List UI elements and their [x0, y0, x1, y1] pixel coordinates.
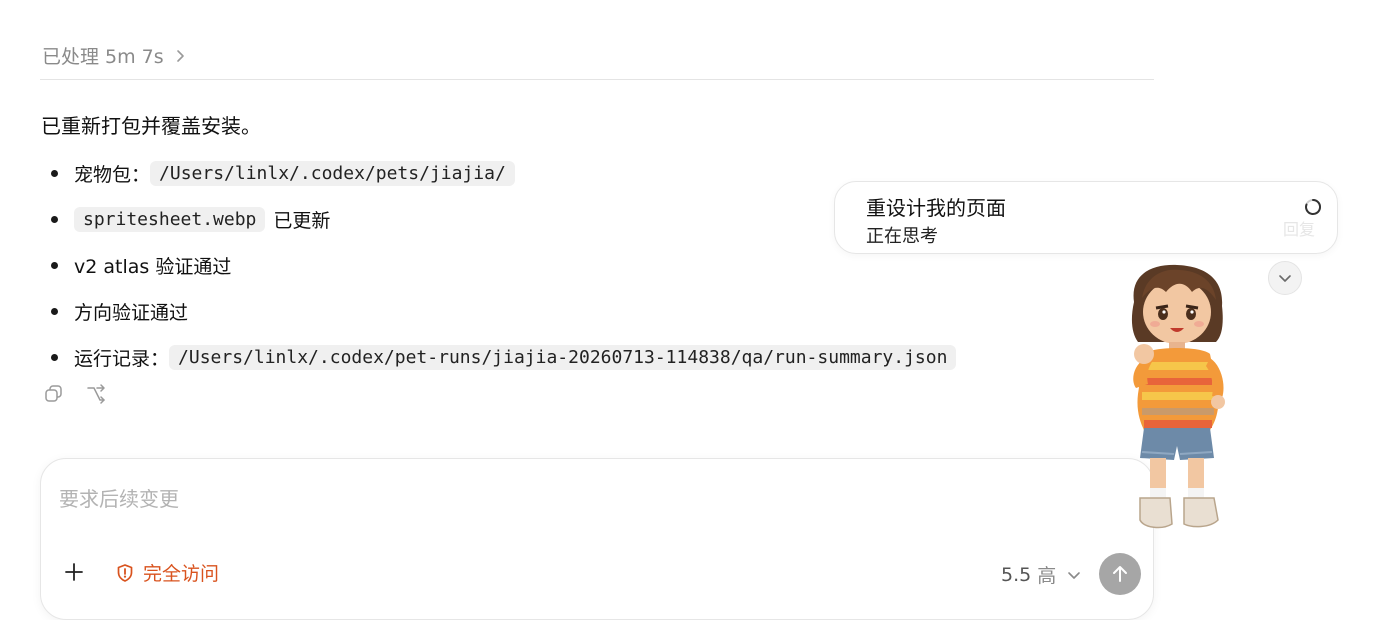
copy-icon: [45, 385, 62, 402]
message-list: 宠物包： /Users/linlx/.codex/pets/jiajia/ sp…: [42, 150, 957, 380]
message-actions: [43, 383, 107, 405]
chevron-right-icon: [176, 49, 184, 62]
followup-input[interactable]: 要求后续变更: [59, 483, 179, 512]
inline-code: /Users/linlx/.codex/pets/jiajia/: [150, 160, 515, 186]
collapse-button[interactable]: [1268, 261, 1302, 295]
item-label: 方向验证通过: [74, 301, 189, 324]
plus-icon[interactable]: [63, 561, 85, 583]
copy-button[interactable]: [43, 383, 65, 405]
arrow-up-icon: [1113, 566, 1127, 582]
processed-toggle[interactable]: 已处理 5m 7s: [42, 42, 188, 69]
list-item: 宠物包： /Users/linlx/.codex/pets/jiajia/: [42, 150, 956, 196]
divider: [40, 79, 1154, 80]
model-selector[interactable]: 5.5 高: [1001, 561, 1082, 588]
list-item: 运行记录： /Users/linlx/.codex/pet-runs/jiaji…: [42, 334, 957, 380]
access-label: 完全访问: [143, 563, 220, 585]
send-button[interactable]: [1099, 553, 1141, 595]
message-headline: 已重新打包并覆盖安装。: [41, 114, 261, 138]
list-item: 方向验证通过: [42, 288, 956, 334]
bullet: [51, 169, 58, 177]
chevron-down-icon: [1279, 275, 1291, 282]
bullet: [51, 353, 58, 361]
inline-code: spritesheet.webp: [74, 206, 266, 232]
reply-ghost-label: 回复: [1283, 220, 1316, 239]
composer: 要求后续变更 完全访问 5.5 高: [40, 458, 1154, 620]
item-label: 已更新: [273, 209, 331, 232]
inline-code: /Users/linlx/.codex/pet-runs/jiajia-2026…: [169, 344, 957, 370]
branch-button[interactable]: [85, 383, 107, 405]
branch-icon: [87, 384, 105, 404]
bullet: [51, 307, 58, 315]
bullet: [51, 261, 58, 269]
list-item: spritesheet.webp 已更新: [42, 196, 956, 242]
model-version: 5.5: [1001, 563, 1032, 586]
model-level: 高: [1037, 565, 1057, 587]
item-label: v2 atlas 验证通过: [74, 255, 232, 278]
item-label: 宠物包：: [74, 163, 151, 186]
access-mode-button[interactable]: 完全访问: [115, 559, 219, 586]
warning-shield-icon: [117, 563, 133, 582]
bullet: [51, 215, 58, 223]
item-label: 运行记录：: [74, 347, 170, 370]
pet-character[interactable]: [1122, 262, 1232, 532]
chevron-down-icon: [1068, 571, 1081, 579]
task-title: 重设计我的页面: [866, 196, 1006, 220]
task-card[interactable]: 重设计我的页面 正在思考 回复: [834, 181, 1338, 254]
processed-label: 已处理 5m 7s: [42, 46, 164, 68]
task-status: 正在思考: [866, 226, 938, 247]
loading-spinner-icon: [1305, 198, 1322, 215]
list-item: v2 atlas 验证通过: [42, 242, 956, 288]
